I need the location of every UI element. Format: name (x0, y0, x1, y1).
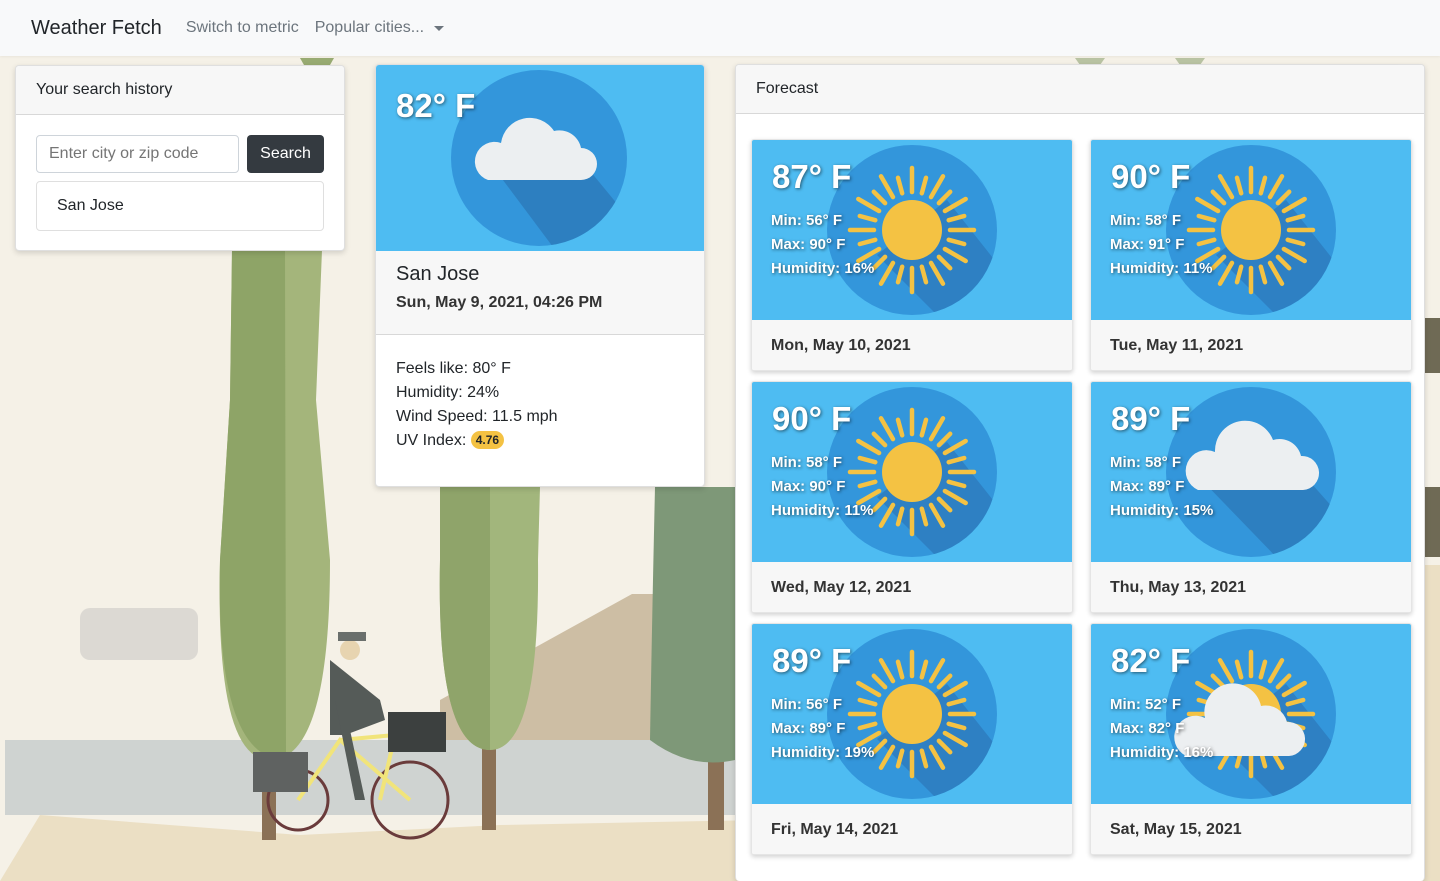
caret-down-icon (434, 25, 445, 31)
forecast-temp: 87° F (772, 158, 852, 195)
uv-index-row: UV Index: 4.76 (396, 429, 684, 453)
forecast-date: Wed, May 12, 2021 (752, 562, 1072, 612)
forecast-weather-image: 89° F Min: 58° F Max: 89° F Humidity: 15% (1091, 382, 1411, 562)
current-humidity: Humidity: 24% (396, 384, 500, 401)
forecast-max: Max: 82° F (1110, 720, 1185, 737)
forecast-max: Max: 89° F (771, 720, 846, 737)
forecast-day-card: 87° F Min: 56° F Max: 90° F Humidity: 16% Mo… (751, 139, 1073, 371)
feels-like: Feels like: 80° F (396, 360, 511, 377)
forecast-temp: 90° F (772, 400, 852, 437)
forecast-date: Sat, May 15, 2021 (1091, 804, 1411, 854)
forecast-weather-image: 82° F Min: 52° F Max: 82° F Humidity: 16% (1091, 624, 1411, 804)
forecast-day-card: 90° F Min: 58° F Max: 91° F Humidity: 11% Tu… (1090, 139, 1412, 371)
forecast-date: Fri, May 14, 2021 (752, 804, 1072, 854)
forecast-day-card: 90° F Min: 58° F Max: 90° F Humidity: 11% We… (751, 381, 1073, 613)
forecast-stats: Min: 52° F Max: 82° F Humidity: 16% (1110, 693, 1213, 765)
forecast-humidity: Humidity: 11% (1110, 260, 1213, 277)
forecast-humidity: Humidity: 15% (1110, 502, 1214, 519)
forecast-stats: Min: 56° F Max: 90° F Humidity: 16% (771, 209, 874, 281)
search-form: Search (16, 115, 344, 173)
forecast-day-card: 82° F Min: 52° F Max: 82° F Humidity: 16% Sa… (1090, 623, 1412, 855)
forecast-stats: Min: 58° F Max: 90° F Humidity: 11% (771, 451, 874, 523)
forecast-temp: 89° F (1111, 400, 1191, 437)
forecast-date: Tue, May 11, 2021 (1091, 320, 1411, 370)
current-weather-card: 82° F San Jose Sun, May 9, 2021, 04:26 P… (375, 64, 705, 487)
forecast-stats: Min: 56° F Max: 89° F Humidity: 19% (771, 693, 874, 765)
current-details: Feels like: 80° F Humidity: 24% Wind Spe… (376, 335, 704, 475)
current-datetime: Sun, May 9, 2021, 04:26 PM (396, 294, 603, 311)
forecast-min: Min: 52° F (1110, 696, 1182, 713)
forecast-min: Min: 58° F (1110, 454, 1182, 471)
switch-units-link[interactable]: Switch to metric (186, 19, 299, 37)
forecast-max: Max: 91° F (1110, 236, 1185, 253)
current-weather-image: 82° F (376, 65, 704, 251)
forecast-humidity: Humidity: 16% (1110, 744, 1214, 761)
wind-speed: Wind Speed: 11.5 mph (396, 408, 558, 425)
search-button[interactable]: Search (247, 135, 324, 173)
forecast-temp: 89° F (772, 642, 852, 679)
current-title-area: San Jose Sun, May 9, 2021, 04:26 PM (376, 251, 704, 335)
brand-link[interactable]: Weather Fetch (31, 17, 162, 40)
forecast-temp: 82° F (1111, 642, 1191, 679)
forecast-stats: Min: 58° F Max: 89° F Humidity: 15% (1110, 451, 1213, 523)
forecast-header: Forecast (736, 65, 1424, 114)
uv-index-badge: 4.76 (470, 431, 505, 449)
forecast-humidity: Humidity: 16% (771, 260, 875, 277)
forecast-min: Min: 58° F (771, 454, 843, 471)
search-input[interactable] (36, 135, 239, 173)
forecast-humidity: Humidity: 19% (771, 744, 875, 761)
forecast-weather-image: 90° F Min: 58° F Max: 90° F Humidity: 11% (752, 382, 1072, 562)
popular-cities-label: Popular cities... (314, 19, 425, 36)
forecast-temp: 90° F (1111, 158, 1191, 195)
forecast-weather-image: 89° F Min: 56° F Max: 89° F Humidity: 19% (752, 624, 1072, 804)
forecast-date: Thu, May 13, 2021 (1091, 562, 1411, 612)
popular-cities-dropdown[interactable]: Popular cities... (314, 19, 445, 37)
navbar: Weather Fetch Switch to metric Popular c… (0, 0, 1440, 56)
forecast-day-card: 89° F Min: 58° F Max: 89° F Humidity: 15% Th… (1090, 381, 1412, 613)
forecast-min: Min: 56° F (771, 212, 843, 229)
forecast-stats: Min: 58° F Max: 91° F Humidity: 11% (1110, 209, 1213, 281)
forecast-max: Max: 90° F (771, 478, 846, 495)
forecast-min: Min: 56° F (771, 696, 843, 713)
current-city: San Jose (396, 263, 480, 285)
forecast-day-card: 89° F Min: 56° F Max: 89° F Humidity: 19% Fr… (751, 623, 1073, 855)
forecast-weather-image: 87° F Min: 56° F Max: 90° F Humidity: 16% (752, 140, 1072, 320)
uv-index-label: UV Index: (396, 432, 467, 449)
current-temp: 82° F (396, 87, 476, 124)
history-item[interactable]: San Jose (36, 181, 324, 231)
search-history-card: Your search history Search San Jose (15, 65, 345, 251)
forecast-min: Min: 58° F (1110, 212, 1182, 229)
forecast-date: Mon, May 10, 2021 (752, 320, 1072, 370)
search-history-header: Your search history (16, 66, 344, 115)
forecast-humidity: Humidity: 11% (771, 502, 874, 519)
forecast-weather-image: 90° F Min: 58° F Max: 91° F Humidity: 11% (1091, 140, 1411, 320)
forecast-max: Max: 90° F (771, 236, 846, 253)
forecast-card: Forecast 87° F Min: 56° F Max: 90° F Humidi… (735, 64, 1425, 881)
forecast-max: Max: 89° F (1110, 478, 1185, 495)
